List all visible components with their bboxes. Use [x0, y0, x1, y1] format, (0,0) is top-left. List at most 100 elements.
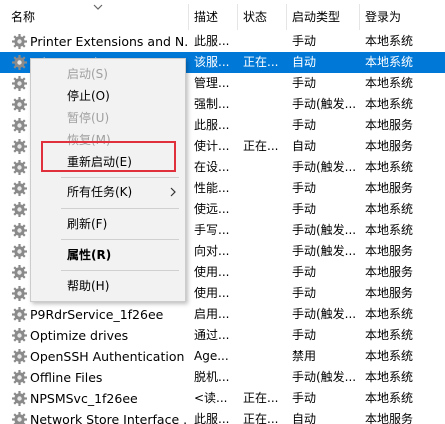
service-description: 使远...: [194, 202, 230, 216]
service-startup-type: 手动: [292, 286, 317, 300]
service-startup-type: 手动: [292, 118, 317, 132]
column-header-startup-type[interactable]: 启动类型: [287, 0, 359, 32]
service-status: [238, 199, 288, 220]
column-header-description[interactable]: 描述: [189, 0, 237, 32]
service-name: NPSMSvc_1f26ee: [30, 391, 138, 406]
service-name: Optimize drives: [30, 328, 129, 343]
service-startup-type: 手动: [292, 76, 317, 90]
gear-icon: [11, 159, 28, 176]
gear-icon: [11, 327, 28, 344]
service-log-on-as: 本地系统: [365, 307, 414, 321]
menu-separator: [61, 177, 179, 178]
chevron-right-icon: [170, 187, 176, 197]
service-status: [238, 283, 288, 304]
service-description: 使用...: [194, 265, 230, 279]
service-log-on-as: 本地系统: [365, 55, 414, 69]
menu-separator: [61, 239, 179, 240]
service-description: 此服...: [194, 118, 230, 132]
service-status: [238, 73, 288, 94]
service-log-on-as: 本地系统: [365, 160, 414, 174]
service-startup-type: 自动: [292, 412, 317, 424]
service-row[interactable]: P9RdrService_1f26ee 启用... 手动(触发... 本地系统: [0, 304, 445, 325]
service-row[interactable]: Offline Files 脱机... 手动(触发... 本地系统: [0, 367, 445, 388]
service-startup-type: 手动(触发...: [292, 160, 357, 174]
service-startup-type: 自动: [292, 55, 317, 69]
service-row[interactable]: NPSMSvc_1f26ee <读... 正在... 手动 本地系统: [0, 388, 445, 409]
service-log-on-as: 本地系统: [365, 391, 414, 405]
service-row[interactable]: Optimize drives 通过... 手动 本地系统: [0, 325, 445, 346]
service-description: 此服...: [194, 34, 230, 48]
column-header-log-on-as[interactable]: 登录为: [360, 0, 445, 32]
service-log-on-as: 本地服务: [365, 412, 414, 424]
column-header-row: 名称 描述 状态 启动类型 登录为: [0, 0, 445, 32]
service-description: 使用...: [194, 286, 230, 300]
service-description: 使计...: [194, 139, 230, 153]
menu-item-start[interactable]: 启动(S): [31, 63, 185, 85]
service-description: 管理...: [194, 76, 230, 90]
service-log-on-as: 本地系统: [365, 328, 414, 342]
service-description: 性能...: [194, 181, 230, 195]
column-header-name[interactable]: 名称: [6, 0, 186, 32]
service-status: 正在...: [243, 391, 279, 405]
service-row[interactable]: OpenSSH Authentication ... Age... 禁用 本地系统: [0, 346, 445, 367]
service-log-on-as: 本地服务: [365, 139, 414, 153]
service-startup-type: 手动(触发...: [292, 97, 357, 111]
menu-item-refresh[interactable]: 刷新(F): [31, 213, 185, 235]
service-status: [238, 94, 288, 115]
service-status: [238, 367, 288, 388]
service-name: P9RdrService_1f26ee: [30, 307, 164, 322]
gear-icon: [11, 75, 28, 92]
service-startup-type: 手动: [292, 202, 317, 216]
service-description: 启用...: [194, 307, 230, 321]
service-status: [238, 346, 288, 367]
service-log-on-as: 本地服务: [365, 118, 414, 132]
service-status: [238, 220, 288, 241]
service-log-on-as: 本地系统: [365, 370, 414, 384]
gear-icon: [11, 180, 28, 197]
menu-item-all-tasks-label: 所有任务(K): [67, 185, 133, 199]
gear-icon: [11, 138, 28, 155]
service-description: 向对...: [194, 244, 230, 258]
service-description: Age...: [194, 349, 229, 363]
service-description: <读...: [194, 391, 228, 405]
service-description: 强制...: [194, 97, 230, 111]
service-startup-type: 手动: [292, 34, 317, 48]
service-startup-type: 手动(触发...: [292, 370, 357, 384]
service-status: [238, 31, 288, 52]
service-status: [238, 178, 288, 199]
service-row[interactable]: Printer Extensions and N... 此服... 手动 本地系统: [0, 31, 445, 52]
menu-item-properties[interactable]: 属性(R): [31, 244, 185, 266]
gear-icon: [11, 96, 28, 113]
service-status: [238, 262, 288, 283]
menu-item-all-tasks[interactable]: 所有任务(K): [31, 181, 185, 203]
service-name: Network Store Interface ...: [30, 412, 188, 424]
service-status: [238, 115, 288, 136]
service-log-on-as: 本地系统: [365, 223, 414, 237]
service-description: 手写...: [194, 223, 230, 237]
service-status: [238, 241, 288, 262]
service-log-on-as: 本地系统: [365, 349, 414, 363]
gear-icon: [11, 264, 28, 281]
service-status: 正在...: [243, 139, 279, 153]
gear-icon: [11, 201, 28, 218]
service-status: 正在...: [243, 55, 279, 69]
service-name: OpenSSH Authentication ...: [30, 349, 188, 364]
service-log-on-as: 本地系统: [365, 97, 414, 111]
service-description: 脱机...: [194, 370, 230, 384]
gear-icon: [11, 348, 28, 365]
service-name: Offline Files: [30, 370, 103, 385]
service-log-on-as: 本地系统: [365, 34, 414, 48]
menu-item-pause[interactable]: 暂停(U): [31, 107, 185, 129]
service-log-on-as: 本地服务: [365, 244, 414, 258]
restart-highlight-annotation: [41, 141, 176, 172]
service-log-on-as: 本地服务: [365, 265, 414, 279]
service-startup-type: 手动: [292, 265, 317, 279]
gear-icon: [11, 54, 28, 71]
service-log-on-as: 本地服务: [365, 286, 414, 300]
menu-item-stop[interactable]: 停止(O): [31, 85, 185, 107]
menu-item-help[interactable]: 帮助(H): [31, 275, 185, 297]
gear-icon: [11, 222, 28, 239]
service-row[interactable]: Network Store Interface ... 此服... 正在... 自动 本…: [0, 409, 445, 424]
gear-icon: [11, 243, 28, 260]
column-header-status[interactable]: 状态: [238, 0, 286, 32]
